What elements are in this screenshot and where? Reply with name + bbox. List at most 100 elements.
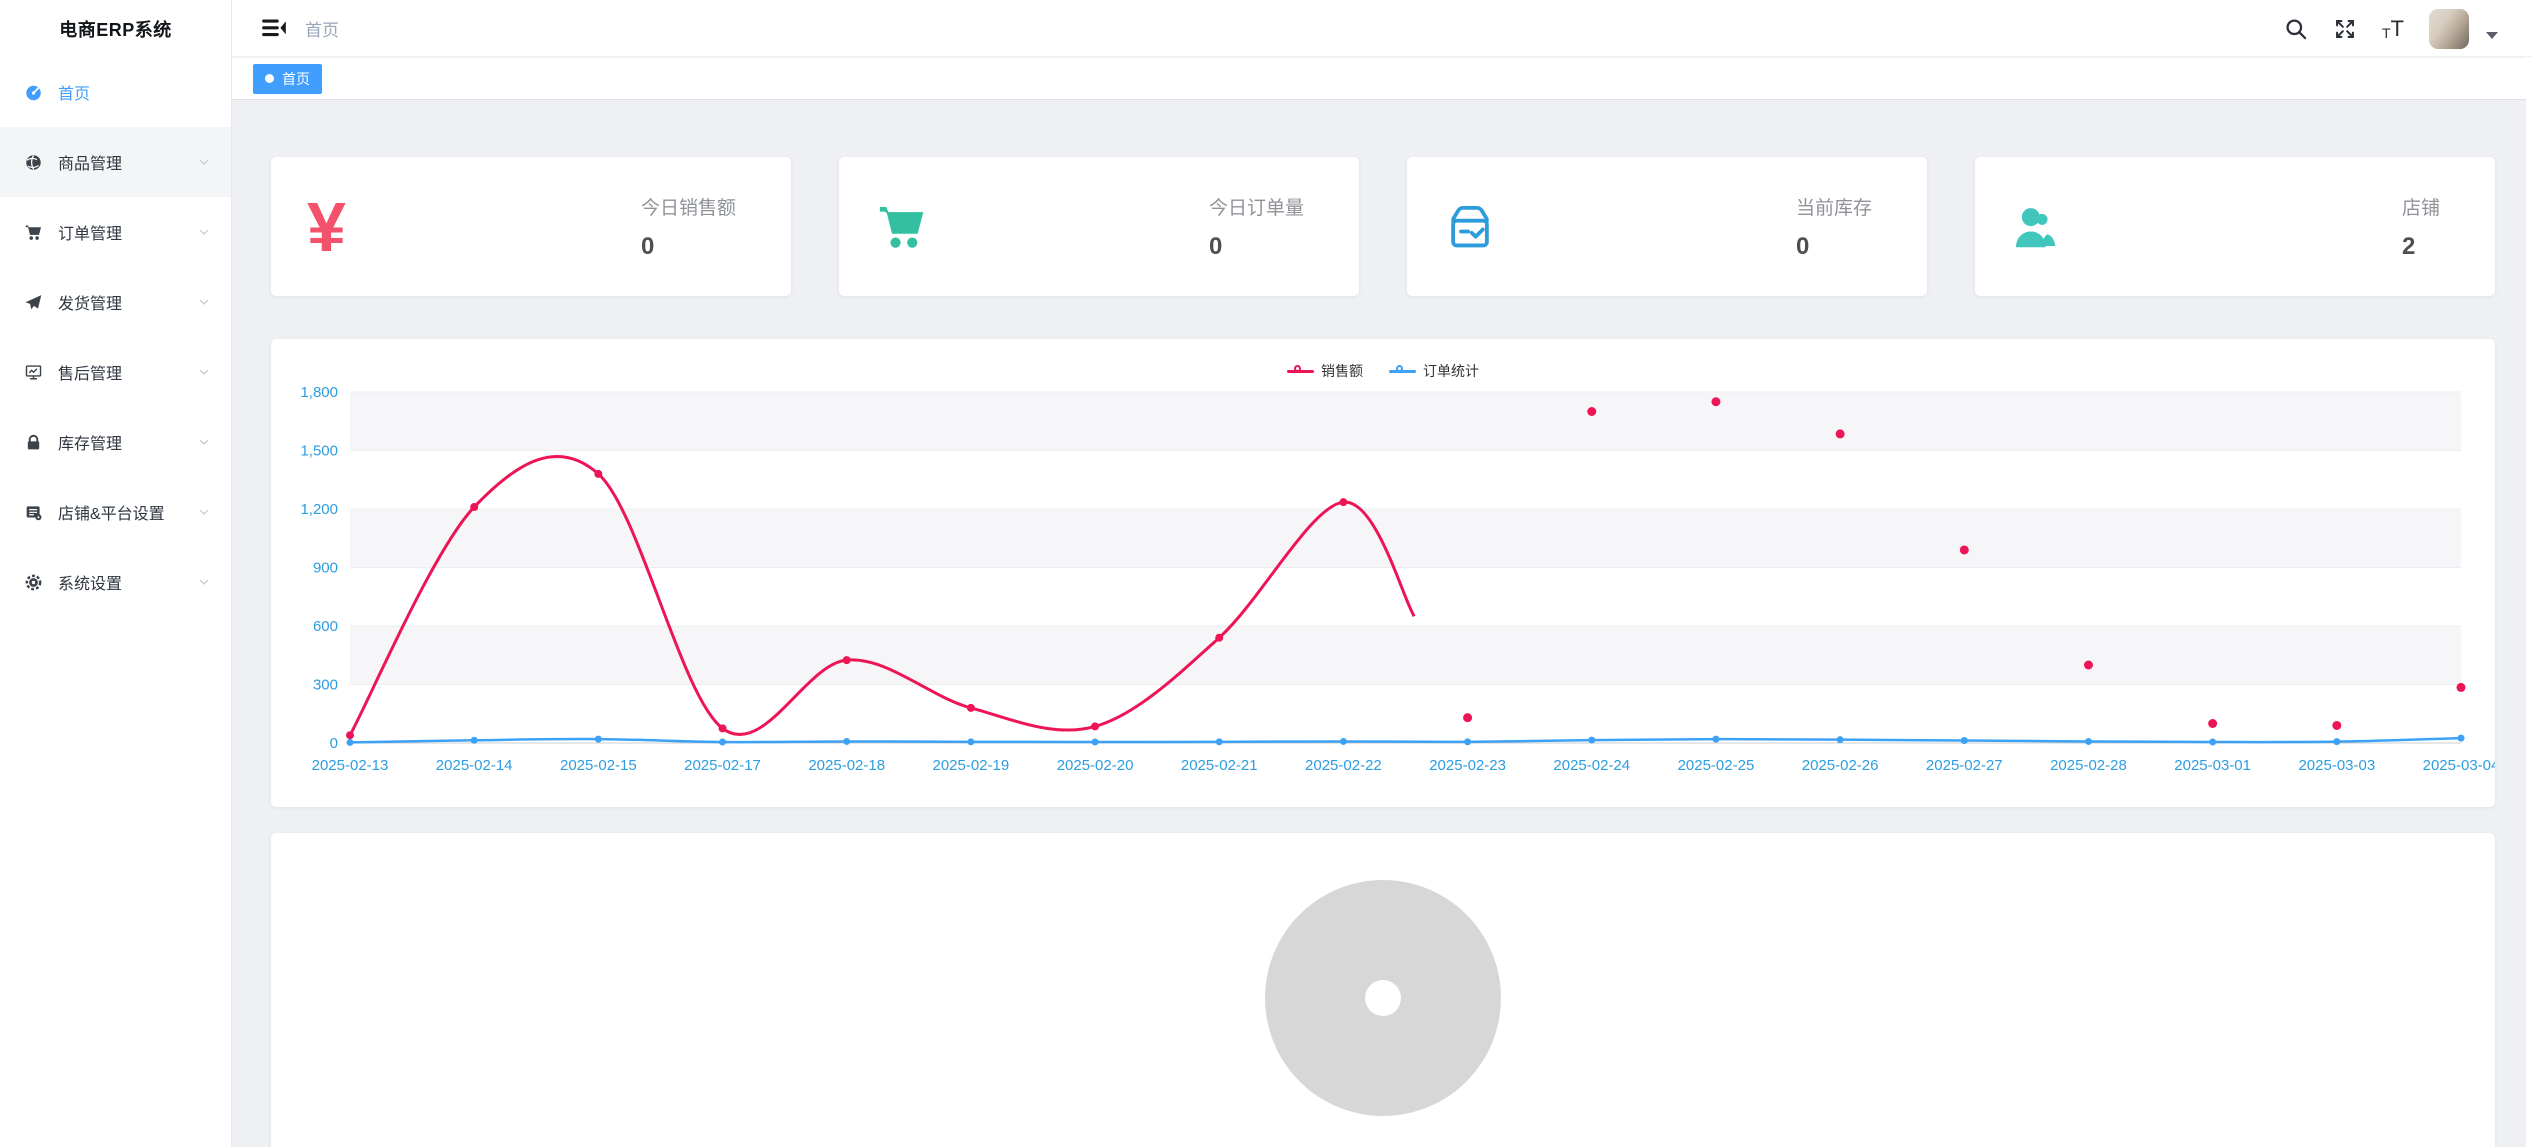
stat-card-text: 当前库存 0: [1796, 193, 1872, 261]
globe-icon: [24, 153, 43, 172]
tags-view-bar: 首页: [232, 58, 2532, 100]
chevron-down-icon: [197, 225, 211, 239]
stat-card-label: 当前库存: [1796, 193, 1872, 220]
svg-text:2025-03-01: 2025-03-01: [2174, 757, 2251, 774]
svg-text:2025-03-04: 2025-03-04: [2423, 757, 2495, 774]
pie-chart-card: [271, 833, 2495, 1147]
legend-item-1[interactable]: 订单统计: [1389, 361, 1479, 381]
breadcrumb[interactable]: 首页: [305, 0, 339, 57]
stat-card-3: 店铺2: [1975, 157, 2495, 296]
stat-card-text: 店铺2: [2402, 193, 2440, 261]
search-icon[interactable]: [2284, 17, 2308, 41]
tab-active-dot: [265, 74, 274, 83]
sidebar-item-3[interactable]: 发货管理: [0, 267, 231, 337]
stat-card-value: 0: [1209, 233, 1222, 261]
legend-label: 销售额: [1321, 361, 1363, 381]
font-size-icon[interactable]: TT: [2382, 18, 2404, 40]
stat-card-value: 0: [641, 233, 654, 261]
sidebar-item-1[interactable]: 商品管理: [0, 127, 231, 197]
chevron-down-icon: [197, 435, 211, 449]
sidebar-item-label: 订单管理: [58, 220, 122, 244]
sidebar-item-label: 系统设置: [58, 570, 122, 594]
stat-card-text: 今日销售额 0: [641, 193, 736, 261]
sidebar-item-4[interactable]: 售后管理: [0, 337, 231, 407]
vertical-scrollbar[interactable]: [2526, 57, 2532, 1147]
sidebar-item-label: 店铺&平台设置: [58, 500, 165, 524]
svg-text:1,200: 1,200: [300, 501, 338, 518]
chevron-down-icon: [197, 505, 211, 519]
svg-text:2025-02-23: 2025-02-23: [1429, 757, 1506, 774]
sales-line-chart: 0 300 600 900 1,200 1,500 1,800 2025-02-13 2025-…: [271, 339, 2495, 807]
empty-pie-placeholder: [271, 833, 2495, 1147]
svg-text:2025-02-28: 2025-02-28: [2050, 757, 2127, 774]
cart-icon: [24, 223, 43, 242]
svg-text:2025-02-20: 2025-02-20: [1057, 757, 1134, 774]
legend-item-0[interactable]: 销售额: [1287, 361, 1363, 381]
svg-text:2025-02-21: 2025-02-21: [1181, 757, 1258, 774]
svg-text:600: 600: [313, 618, 338, 635]
svg-text:2025-03-03: 2025-03-03: [2298, 757, 2375, 774]
lock-icon: [24, 433, 43, 452]
user-avatar[interactable]: [2429, 9, 2469, 49]
chevron-down-icon: [197, 365, 211, 379]
svg-text:0: 0: [330, 735, 338, 752]
svg-text:2025-02-19: 2025-02-19: [933, 757, 1010, 774]
app-title: 电商ERP系统: [0, 0, 231, 57]
fullscreen-icon[interactable]: [2333, 17, 2357, 41]
legend-marker-icon: [1287, 365, 1314, 377]
svg-text:2025-02-22: 2025-02-22: [1305, 757, 1382, 774]
stat-card-value: 0: [1796, 233, 1809, 261]
svg-text:2025-02-14: 2025-02-14: [436, 757, 513, 774]
svg-text:2025-02-13: 2025-02-13: [312, 757, 389, 774]
gear-icon: [24, 573, 43, 592]
caret-down-icon[interactable]: [2486, 32, 2498, 39]
stat-card-value: 2: [2402, 233, 2415, 261]
svg-text:2025-02-15: 2025-02-15: [560, 757, 637, 774]
sidebar-item-6[interactable]: 店铺&平台设置: [0, 477, 231, 547]
sales-chart-card: 销售额 订单统计 0 300 600 900 1,200 1,500 1,800 2025-02…: [271, 339, 2495, 807]
svg-text:300: 300: [313, 677, 338, 694]
header-actions: TT: [2284, 0, 2498, 57]
svg-text:2025-02-24: 2025-02-24: [1553, 757, 1630, 774]
svg-text:2025-02-25: 2025-02-25: [1678, 757, 1755, 774]
svg-text:2025-02-27: 2025-02-27: [1926, 757, 2003, 774]
menu-fold-icon[interactable]: [261, 16, 287, 41]
chevron-down-icon: [197, 155, 211, 169]
yen-icon: ¥: [307, 192, 346, 262]
tab-home[interactable]: 首页: [253, 64, 322, 94]
stat-card-label: 今日销售额: [641, 193, 736, 220]
stat-card-1: 今日订单量0: [839, 157, 1359, 296]
svg-text:900: 900: [313, 560, 338, 577]
chevron-down-icon: [197, 295, 211, 309]
top-header: 首页 TT: [232, 0, 2532, 57]
legend-label: 订单统计: [1423, 361, 1479, 381]
sidebar-item-5[interactable]: 库存管理: [0, 407, 231, 477]
sidebar-item-label: 售后管理: [58, 360, 122, 384]
sidebar-menu: 首页商品管理订单管理发货管理售后管理库存管理店铺&平台设置系统设置: [0, 57, 231, 617]
cart-icon: [875, 200, 929, 254]
svg-text:2025-02-18: 2025-02-18: [808, 757, 885, 774]
shop-settings-icon: [24, 503, 43, 522]
stat-card-2: 当前库存 0: [1407, 157, 1927, 296]
send-icon: [24, 293, 43, 312]
dashboard-icon: [24, 83, 43, 102]
inventory-box-icon: [1443, 200, 1497, 254]
stat-cards-row: ¥今日销售额0今日订单量0当前库存0店铺2: [271, 157, 2495, 296]
sidebar-item-label: 发货管理: [58, 290, 122, 314]
monitor-chart-icon: [24, 363, 43, 382]
sidebar-item-0[interactable]: 首页: [0, 57, 231, 127]
sidebar-item-label: 库存管理: [58, 430, 122, 454]
sidebar-item-2[interactable]: 订单管理: [0, 197, 231, 267]
svg-text:2025-02-17: 2025-02-17: [684, 757, 761, 774]
users-icon: [2011, 200, 2065, 254]
sidebar-item-7[interactable]: 系统设置: [0, 547, 231, 617]
stat-card-0: ¥ 今日销售额 0: [271, 157, 791, 296]
chevron-down-icon: [197, 575, 211, 589]
svg-text:1,500: 1,500: [300, 443, 338, 460]
svg-text:2025-02-26: 2025-02-26: [1802, 757, 1879, 774]
sidebar: 电商ERP系统 首页商品管理订单管理发货管理售后管理库存管理店铺&平台设置系统设…: [0, 0, 232, 1147]
sidebar-item-label: 商品管理: [58, 150, 122, 174]
svg-text:1,800: 1,800: [300, 384, 338, 401]
stat-card-text: 今日订单量0: [1209, 193, 1304, 261]
legend-marker-icon: [1389, 365, 1416, 377]
